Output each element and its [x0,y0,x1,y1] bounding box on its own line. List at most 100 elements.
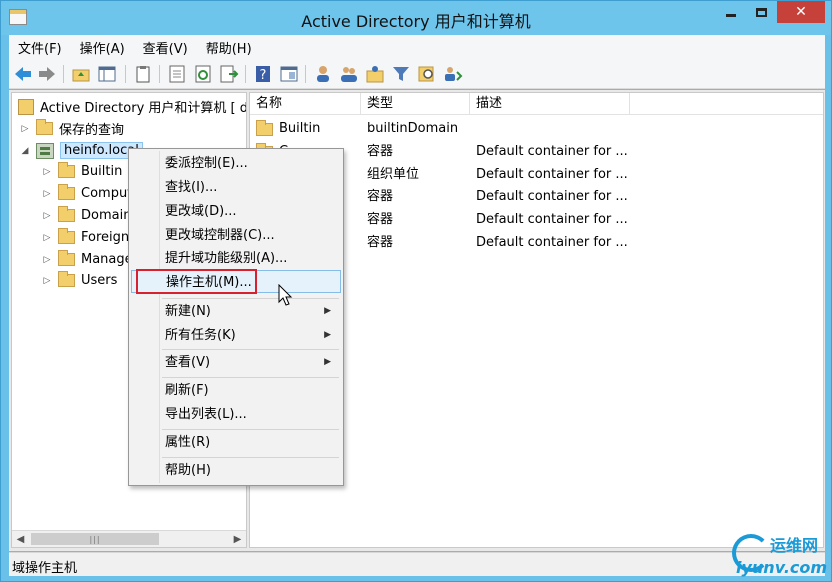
tree-item-label: Builtin [81,164,123,179]
item-type: 容器 [367,189,394,204]
menu-item-help[interactable]: 帮助(H) [131,459,341,482]
watermark-text: 运维网 [770,536,819,555]
folder-icon [256,119,273,136]
filter-icon[interactable] [391,64,411,84]
menu-item-view[interactable]: 查看(V) ▶ [131,351,341,374]
window-title: Active Directory 用户和计算机 [301,12,531,31]
tree-item-builtin[interactable]: ▷ Builtin [42,161,122,182]
tree-item-computers[interactable]: ▷ Comput [42,183,132,204]
scroll-thumb[interactable]: ||| [31,533,159,545]
submenu-arrow-icon: ▶ [324,357,331,367]
tree-item-saved-queries[interactable]: ▷ 保存的查询 [20,118,124,139]
minimize-icon [726,14,736,17]
menu-item-operations-masters[interactable]: 操作主机(M)... [131,270,341,293]
tree-item-label: Domain [81,208,132,223]
help-icon[interactable]: ? [253,64,273,84]
domain-icon [36,142,54,159]
toolbar-separator [305,65,306,83]
menu-item-refresh[interactable]: 刷新(F) [131,379,341,402]
properties-icon[interactable] [167,64,187,84]
forward-icon[interactable] [37,64,57,84]
find-icon[interactable] [417,64,437,84]
menu-item-all-tasks[interactable]: 所有任务(K) ▶ [131,324,341,347]
expand-arrow-icon[interactable]: ▷ [42,189,52,199]
menu-item-label: 所有任务(K) [165,328,236,343]
menu-separator [162,429,339,430]
menu-item-new[interactable]: 新建(N) ▶ [131,300,341,323]
ou-folder-icon [58,206,75,222]
menu-action[interactable]: 操作(A) [71,38,134,57]
item-type: 组织单位 [367,167,420,182]
column-header-type[interactable]: 类型 [361,93,470,115]
menu-help[interactable]: 帮助(H) [197,38,261,57]
column-header-name[interactable]: 名称 [250,93,361,115]
add-to-group-icon[interactable] [443,64,463,84]
menu-item-raise-functional-level[interactable]: 提升域功能级别(A)... [131,247,341,270]
list-item[interactable]: Builtin builtinDomain [250,118,823,140]
column-header-description[interactable]: 描述 [470,93,630,115]
menu-separator [162,349,339,350]
menu-item-delegate-control[interactable]: 委派控制(E)... [131,152,341,175]
back-icon[interactable] [13,64,33,84]
tree-item-users[interactable]: ▷ Users [42,270,117,291]
app-window: Active Directory 用户和计算机 ✕ 文件(F) 操作(A) 查看… [0,0,832,582]
scroll-right-icon[interactable]: ▶ [229,531,246,547]
expand-arrow-icon[interactable]: ▷ [42,276,52,286]
new-user-icon[interactable] [313,64,333,84]
collapse-arrow-icon[interactable]: ◢ [20,146,30,156]
maximize-button[interactable] [747,1,775,23]
tree-root-label: Active Directory 用户和计算机 [ dc [40,101,247,116]
new-ou-icon[interactable] [365,64,385,84]
new-group-icon[interactable] [339,64,359,84]
up-folder-icon[interactable] [71,64,91,84]
expand-arrow-icon[interactable]: ▷ [42,255,52,265]
watermark: 运维网 iyunv.com [730,530,832,582]
tree-item-domain[interactable]: ◢ heinfo.local [20,140,143,161]
tree-item-foreign-security[interactable]: ▷ Foreign [42,227,129,248]
status-bar: 域操作主机 [9,552,825,576]
submenu-arrow-icon: ▶ [324,306,331,316]
tree-item-managed[interactable]: ▷ Manage [42,249,133,270]
menu-item-label: 查看(V) [165,355,211,370]
tree-item-label: Foreign [81,230,130,245]
menu-item-change-domain[interactable]: 更改域(D)... [131,200,341,223]
item-type: 容器 [367,235,394,250]
expand-arrow-icon[interactable]: ▷ [42,167,52,177]
item-description: Default container for ... [476,189,628,204]
menu-item-export-list[interactable]: 导出列表(L)... [131,403,341,426]
item-description: Default container for ... [476,167,628,182]
menu-item-properties[interactable]: 属性(R) [131,431,341,454]
minimize-button[interactable] [717,1,745,23]
menu-view[interactable]: 查看(V) [134,38,197,57]
menu-item-find[interactable]: 查找(I)... [131,176,341,199]
item-type: 容器 [367,212,394,227]
menu-item-change-dc[interactable]: 更改域控制器(C)... [131,224,341,247]
horizontal-scrollbar[interactable]: ◀ ||| ▶ [12,530,246,547]
show-tree-icon[interactable] [97,64,117,84]
export-list-icon[interactable] [219,64,239,84]
status-text: 域操作主机 [12,561,78,576]
tree-item-label: 保存的查询 [59,123,125,138]
folder-icon [58,162,75,178]
refresh-icon[interactable] [193,64,213,84]
clipboard-icon[interactable] [133,64,153,84]
menu-separator [162,298,339,299]
tree-root[interactable]: Active Directory 用户和计算机 [ dc [18,96,247,117]
toolbar-separator [245,65,246,83]
toolbar-separator [159,65,160,83]
expand-arrow-icon[interactable]: ▷ [20,124,30,134]
svg-text:?: ? [260,68,267,83]
folder-icon [58,184,75,200]
scroll-left-icon[interactable]: ◀ [12,531,29,547]
close-button[interactable]: ✕ [777,1,825,23]
tree-item-domain-controllers[interactable]: ▷ Domain [42,205,131,226]
title-bar[interactable]: Active Directory 用户和计算机 ✕ [1,1,831,35]
expand-arrow-icon[interactable]: ▷ [42,211,52,221]
list-header: 名称 类型 描述 [250,93,823,115]
folder-icon [58,228,75,244]
item-description [476,118,676,140]
console-tree-icon[interactable] [279,64,299,84]
toolbar: ? [9,59,825,89]
menu-file[interactable]: 文件(F) [9,38,71,57]
expand-arrow-icon[interactable]: ▷ [42,233,52,243]
